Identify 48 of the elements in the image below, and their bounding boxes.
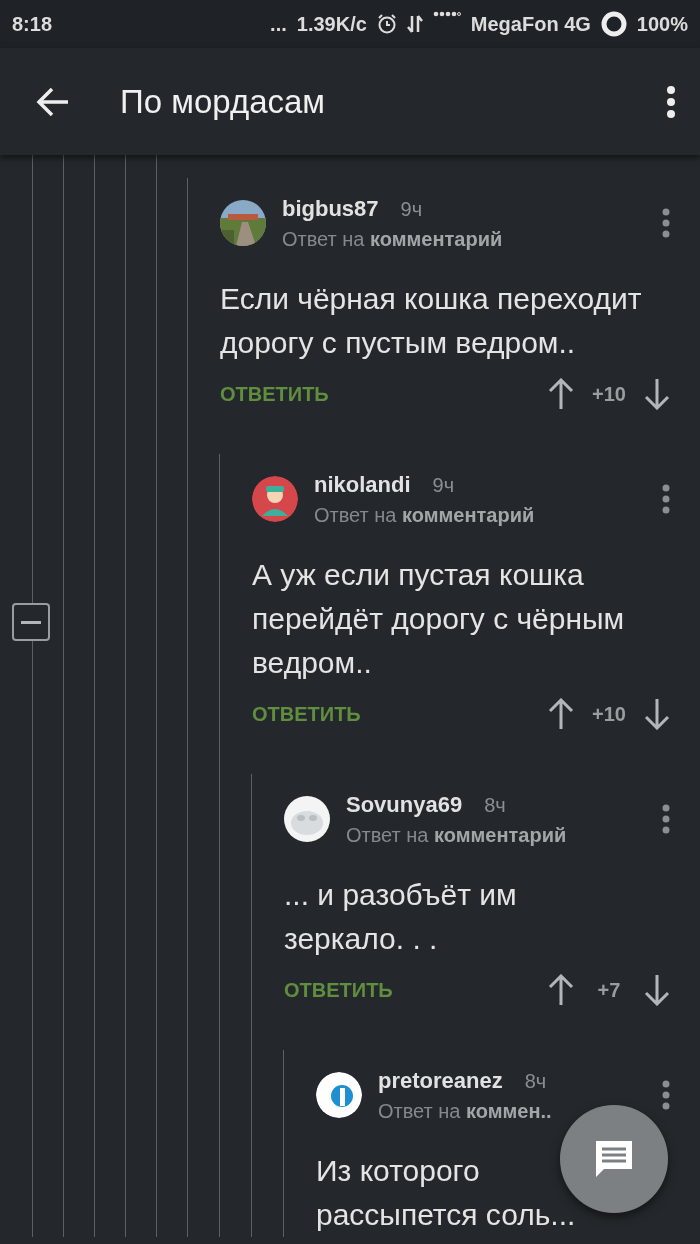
upvote-icon[interactable] [548, 378, 574, 410]
minus-icon [21, 620, 41, 624]
vote-score: +7 [596, 978, 622, 1002]
page-title: По мордасам [120, 82, 327, 121]
reply-to-link[interactable]: Ответ на комментарий [346, 823, 567, 847]
menu-button[interactable] [666, 84, 676, 119]
notification-overflow: ... [270, 12, 287, 36]
vote-score: +10 [591, 702, 627, 726]
more-icon[interactable] [662, 1080, 670, 1110]
comment-time: 8ч [524, 1069, 547, 1093]
reply-button[interactable]: ОТВЕТИТЬ [220, 382, 329, 406]
battery-icon [600, 11, 627, 37]
network-speed: 1.39K/c [296, 12, 367, 36]
more-icon[interactable] [662, 804, 670, 834]
comment-text: ... и разобъёт им зеркало. . . [284, 877, 518, 957]
comment-text: А уж если пустая кошка перейдёт дорогу с чёрным ведром.. [252, 557, 626, 681]
comment-author[interactable]: bigbus87 [282, 195, 379, 222]
comment-author[interactable]: nikolandi [314, 471, 411, 498]
downvote-icon[interactable] [644, 698, 670, 730]
reply-to-link[interactable]: Ответ на коммен.. [378, 1099, 552, 1123]
battery-level: 100% [636, 12, 688, 36]
avatar-icon [316, 1072, 362, 1118]
downvote-icon[interactable] [644, 974, 670, 1006]
avatar-icon [252, 476, 298, 522]
upvote-icon[interactable] [548, 974, 574, 1006]
alarm-icon [376, 14, 397, 34]
more-icon[interactable] [662, 208, 670, 238]
carrier-name: MegaFon 4G [470, 12, 591, 36]
vote-score: +10 [591, 382, 627, 406]
comment-time: 9ч [432, 473, 455, 497]
comment-author[interactable]: pretoreanez [378, 1067, 503, 1094]
reply-to-link[interactable]: Ответ на комментарий [282, 227, 503, 251]
comment-text: Из которого рассыпется соль... [316, 1153, 577, 1233]
clock: 8:18 [12, 12, 53, 36]
reply-button[interactable]: ОТВЕТИТЬ [252, 702, 361, 726]
more-icon[interactable] [662, 484, 670, 514]
downvote-icon[interactable] [644, 378, 670, 410]
comment-time: 9ч [400, 197, 423, 221]
reply-button[interactable]: ОТВЕТИТЬ [284, 978, 393, 1002]
collapse-button[interactable] [12, 603, 50, 641]
reply-to-link[interactable]: Ответ на комментарий [314, 503, 535, 527]
back-button[interactable] [36, 86, 70, 117]
comment-author[interactable]: Sovunya69 [346, 791, 463, 818]
comment-text: Если чёрная кошка переходит дорогу с пустым ведром.. [220, 281, 642, 361]
comment-time: 8ч [484, 793, 506, 817]
signal-icon [432, 10, 461, 17]
data-transfer-icon [406, 14, 423, 34]
upvote-icon[interactable] [548, 698, 574, 730]
